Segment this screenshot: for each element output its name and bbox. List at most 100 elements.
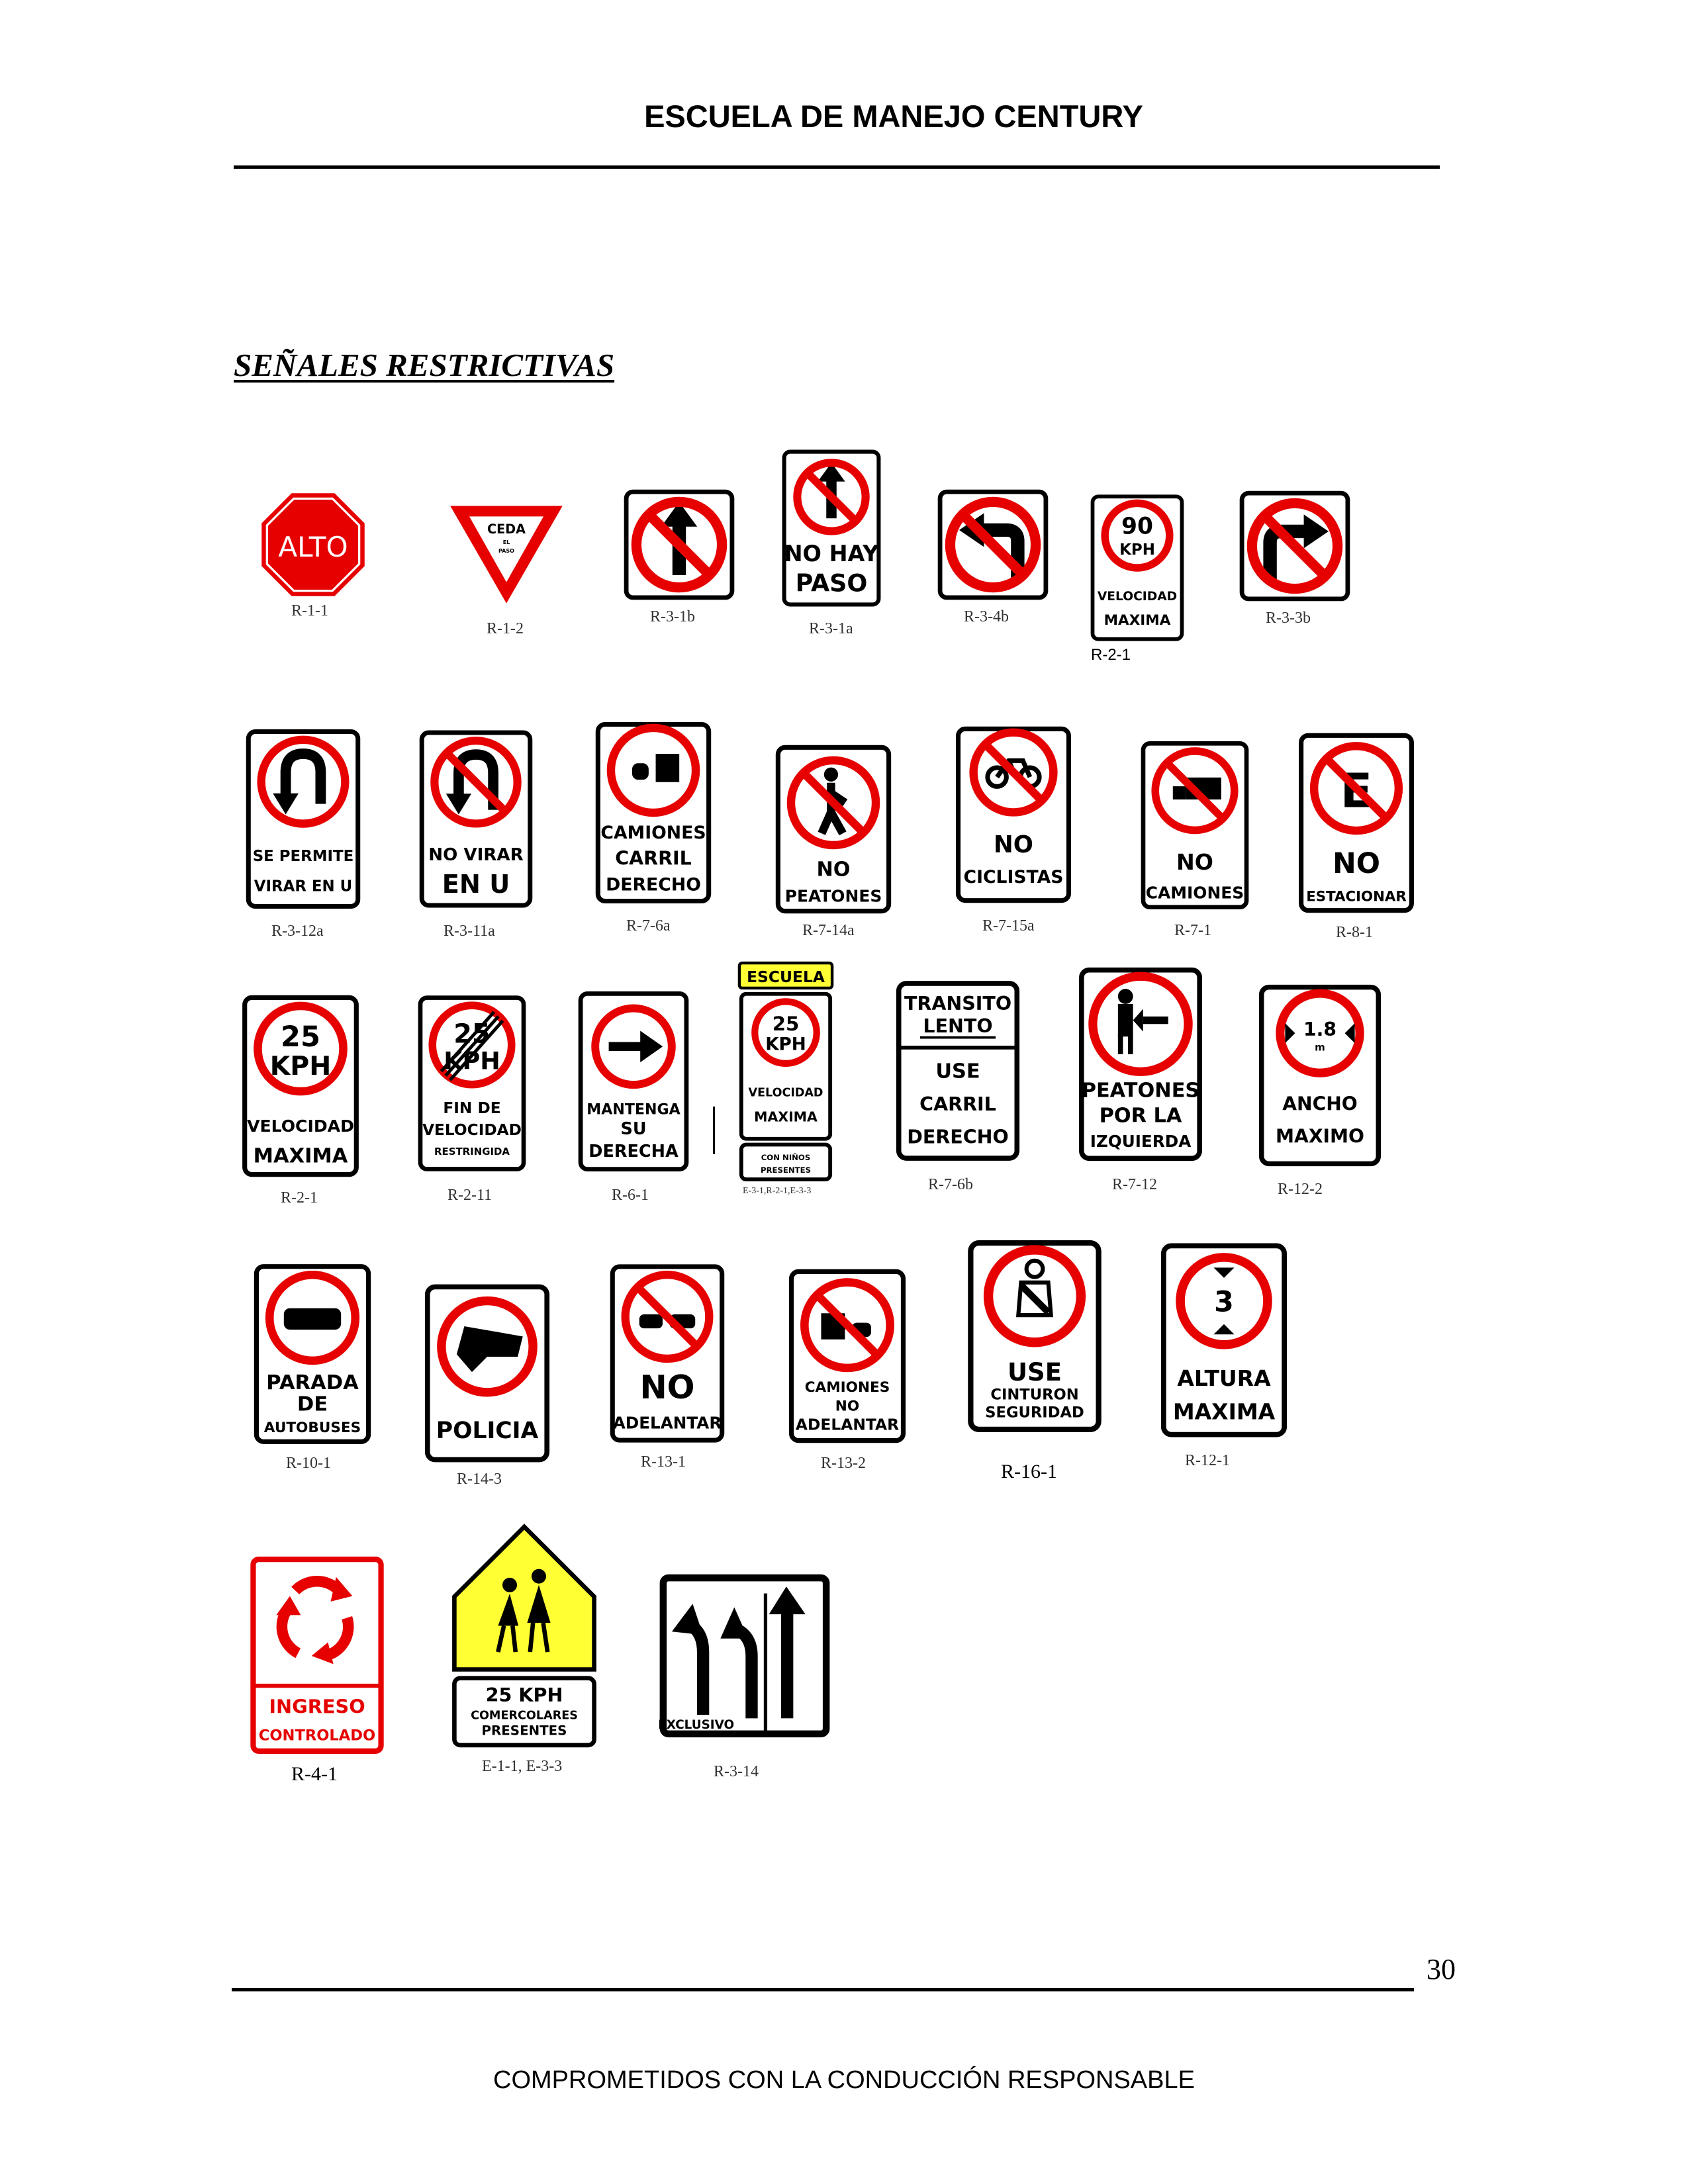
svg-text:ADELANTAR: ADELANTAR (613, 1414, 722, 1433)
svg-text:DE: DE (297, 1393, 328, 1416)
page-footer: COMPROMETIDOS CON LA CONDUCCIÓN RESPONSA… (493, 2066, 1195, 2094)
svg-text:DERECHO: DERECHO (907, 1126, 1009, 1148)
sign-code: R-12-2 (1278, 1181, 1323, 1198)
stop-sign: ALTO (259, 491, 367, 598)
svg-text:NO: NO (994, 831, 1033, 858)
svg-text:NO: NO (1333, 847, 1380, 880)
exclusive-lane-sign: EXCLUSIVO (658, 1572, 831, 1739)
divider (713, 1107, 715, 1154)
trucks-no-overtaking-sign: CAMIONES NO ADELANTAR (788, 1268, 907, 1444)
sign-code: R-12-1 (1185, 1452, 1230, 1469)
svg-text:KPH: KPH (270, 1051, 331, 1081)
sign-code: R-1-1 (291, 602, 328, 619)
page-number: 30 (1427, 1953, 1456, 1985)
no-cyclists-sign: NO CICLISTAS (955, 725, 1072, 904)
roundabout-sign: INGRESO CONTROLADO (249, 1555, 385, 1755)
svg-text:VELOCIDAD: VELOCIDAD (749, 1087, 823, 1100)
no-straight-sign (622, 488, 736, 601)
sign-code: R-10-1 (286, 1455, 331, 1472)
svg-text:CARRIL: CARRIL (615, 847, 692, 869)
sign-code: E-1-1, E-3-3 (482, 1758, 563, 1775)
sign-code: R-3-1b (650, 608, 695, 625)
yield-sign: CEDA EL PASO (447, 502, 565, 608)
svg-text:CAMIONES: CAMIONES (805, 1379, 890, 1396)
svg-text:25: 25 (773, 1013, 800, 1035)
no-trucks-sign: NO CAMIONES (1140, 740, 1250, 911)
svg-text:PASO: PASO (498, 548, 514, 554)
svg-text:LENTO: LENTO (923, 1015, 992, 1037)
svg-text:CONTROLADO: CONTROLADO (259, 1727, 375, 1744)
svg-text:NO VIRAR: NO VIRAR (428, 845, 523, 865)
speed-limit-25-sign: 25 KPH VELOCIDAD MAXIMA (241, 994, 360, 1178)
svg-text:INGRESO: INGRESO (269, 1695, 365, 1717)
svg-text:FIN DE: FIN DE (443, 1099, 500, 1117)
svg-text:POLICIA: POLICIA (436, 1418, 539, 1444)
no-parking-sign: ENOESTACIONAR (1297, 732, 1415, 914)
max-height-sign: 3 ALTURA MAXIMA (1160, 1242, 1288, 1439)
no-pedestrians-sign: NO PEATONES (774, 744, 892, 915)
svg-text:AUTOBUSES: AUTOBUSES (264, 1420, 361, 1436)
svg-text:COMERCOLARES: COMERCOLARES (471, 1709, 578, 1722)
svg-text:MAXIMO: MAXIMO (1276, 1125, 1364, 1147)
svg-text:90: 90 (1121, 513, 1153, 539)
svg-text:KPH: KPH (1119, 541, 1155, 559)
svg-text:NO HAY: NO HAY (784, 541, 880, 567)
svg-text:SE PERMITE: SE PERMITE (253, 848, 354, 865)
sign-code: R-7-1 (1174, 922, 1211, 939)
sign-code: R-7-6b (928, 1176, 973, 1193)
svg-text:SU: SU (620, 1119, 646, 1139)
sign-code: R-13-2 (821, 1455, 866, 1472)
sign-code: R-3-1a (809, 620, 853, 637)
svg-text:CON NIÑOS: CON NIÑOS (761, 1152, 811, 1162)
svg-text:CINTURON: CINTURON (990, 1387, 1078, 1404)
svg-text:USE: USE (935, 1060, 980, 1083)
sign-code: R-7-12 (1112, 1176, 1157, 1193)
sign-code: R-2-1 (1091, 646, 1131, 664)
svg-text:NO: NO (816, 858, 850, 881)
svg-text:TRANSITO: TRANSITO (904, 993, 1011, 1015)
sign-code: R-8-1 (1336, 924, 1373, 941)
svg-text:VELOCIDAD: VELOCIDAD (422, 1121, 522, 1139)
svg-text:ADELANTAR: ADELANTAR (796, 1415, 899, 1433)
seatbelt-sign: USE CINTURON SEGURIDAD (966, 1239, 1103, 1433)
svg-text:EL: EL (503, 539, 510, 545)
trucks-right-lane-sign: CAMIONES CARRIL DERECHO (594, 720, 712, 905)
sign-code: R-4-1 (291, 1763, 338, 1785)
svg-text:PARADA: PARADA (266, 1371, 359, 1394)
svg-text:USE: USE (1008, 1358, 1062, 1387)
no-u-turn-sign: NO VIRAR EN U (418, 728, 534, 910)
sign-code: R-13-1 (641, 1453, 686, 1471)
bus-stop-sign: PARADA DE AUTOBUSES (253, 1263, 372, 1445)
svg-text:ALTURA: ALTURA (1177, 1365, 1271, 1391)
svg-text:KPH: KPH (765, 1034, 806, 1054)
svg-text:CAMIONES: CAMIONES (600, 823, 706, 843)
sign-code: R-3-4b (964, 608, 1009, 625)
sign-code: R-3-14 (714, 1763, 759, 1780)
svg-text:MANTENGA: MANTENGA (586, 1101, 680, 1118)
header-rule (234, 165, 1440, 169)
svg-text:MAXIMA: MAXIMA (1173, 1398, 1276, 1424)
police-sign: POLICIA (424, 1283, 551, 1464)
svg-text:DERECHA: DERECHA (588, 1142, 679, 1161)
slow-traffic-sign: TRANSITO LENTO USE CARRIL DERECHO (895, 979, 1021, 1162)
u-turn-allowed-sign: SE PERMITE VIRAR EN U (245, 728, 361, 910)
school-crossing-sign: 25 KPH COMERCOLARES PRESENTES (451, 1524, 597, 1750)
svg-text:EN U: EN U (442, 870, 510, 899)
sign-code: R-16-1 (1001, 1461, 1057, 1482)
svg-text:NO: NO (835, 1398, 859, 1415)
svg-text:CAMIONES: CAMIONES (1146, 883, 1244, 902)
pedestrians-left-sign: PEATONES POR LA IZQUIERDA (1078, 966, 1203, 1162)
speed-limit-90-sign: 90 KPH VELOCIDAD MAXIMA (1090, 494, 1185, 642)
sign-code: R-3-12a (271, 923, 324, 940)
svg-text:PEATONES: PEATONES (785, 886, 882, 905)
svg-text:DERECHO: DERECHO (606, 874, 701, 895)
svg-text:CICLISTAS: CICLISTAS (964, 867, 1064, 887)
svg-text:IZQUIERDA: IZQUIERDA (1090, 1132, 1192, 1151)
svg-text:RESTRINGIDA: RESTRINGIDA (434, 1146, 510, 1158)
sign-code: R-3-3b (1266, 610, 1311, 627)
svg-text:ANCHO: ANCHO (1282, 1093, 1358, 1115)
svg-text:m: m (1315, 1041, 1325, 1053)
no-right-turn-sign (1237, 490, 1353, 602)
sign-code: R-2-11 (447, 1187, 492, 1204)
no-entry-sign: NO HAY PASO (781, 449, 882, 608)
